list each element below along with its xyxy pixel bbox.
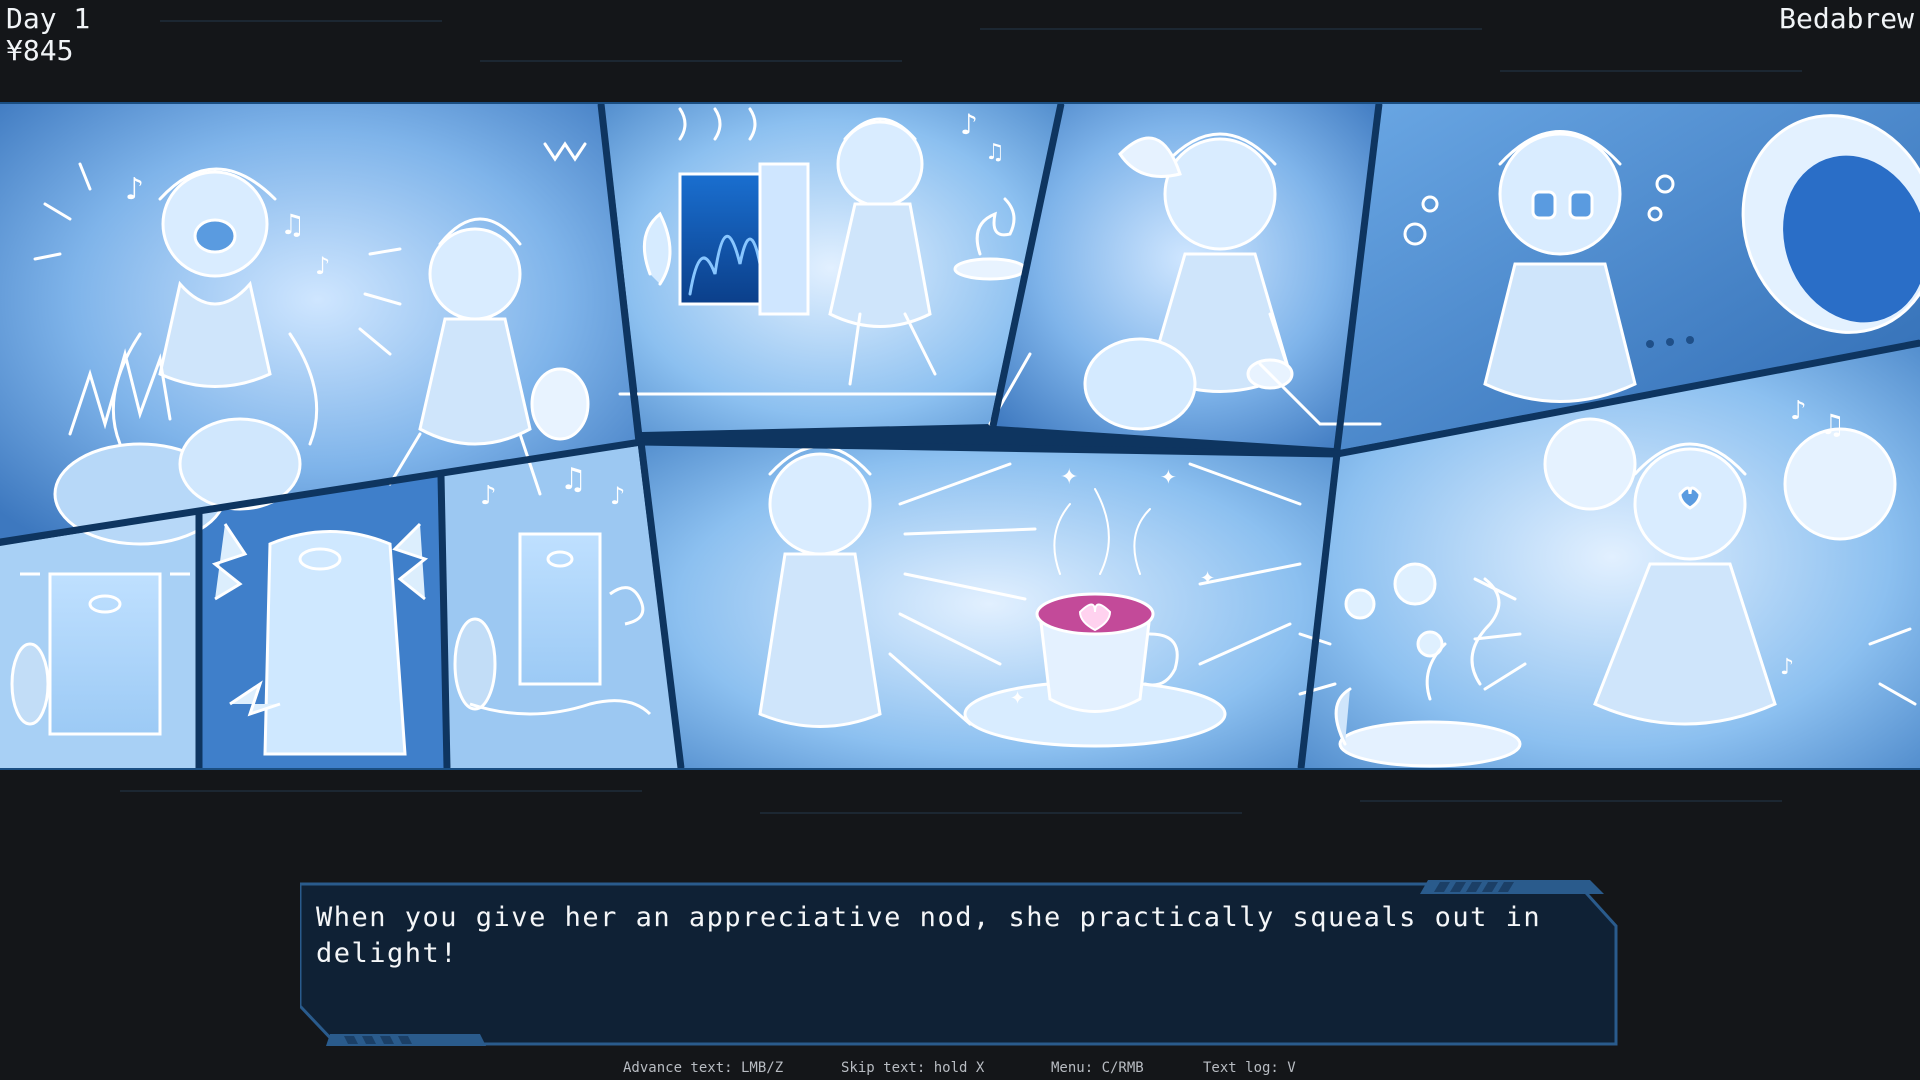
svg-text:♪: ♪ (125, 172, 144, 207)
svg-text:♪: ♪ (1780, 655, 1794, 680)
comic-strip[interactable]: ♪ ♫ ♪ ♪ ♫ ♪ ♫ ♪ ✦ ✦ ✦ ✦ ♪ ♫ ♪ (0, 102, 1920, 770)
svg-text:♫: ♫ (560, 462, 587, 497)
day-counter: Day 1 (6, 2, 91, 35)
svg-text:♫: ♫ (1820, 408, 1845, 441)
menu-hint: Menu: C/RMB (1051, 1060, 1144, 1076)
comic-artwork: ♪ ♫ ♪ ♪ ♫ ♪ ♫ ♪ ✦ ✦ ✦ ✦ ♪ ♫ ♪ (0, 104, 1920, 768)
circuit-line (1500, 70, 1802, 72)
circuit-line (160, 20, 442, 22)
circuit-line (980, 28, 1482, 30)
svg-text:♪: ♪ (315, 252, 330, 280)
dialogue-box[interactable]: When you give her an appreciative nod, s… (300, 880, 1620, 1050)
svg-text:♪: ♪ (480, 481, 497, 511)
money-counter: ¥845 (6, 34, 74, 67)
svg-text:♪: ♪ (610, 482, 625, 510)
svg-text:♪: ♪ (960, 108, 978, 141)
location-name: Bedabrew (1779, 2, 1914, 35)
text-log-hint: Text log: V (1203, 1060, 1296, 1076)
dialogue-text: When you give her an appreciative nod, s… (316, 902, 1542, 969)
skip-text-hint: Skip text: hold X (841, 1060, 985, 1076)
svg-text:✦: ✦ (1200, 568, 1215, 589)
controls-help: Advance text: LMB/Z Skip text: hold X Me… (0, 1058, 1920, 1080)
svg-text:✦: ✦ (1010, 688, 1025, 709)
circuit-line (480, 60, 902, 62)
svg-text:♫: ♫ (280, 208, 305, 241)
svg-text:✦: ✦ (1160, 465, 1177, 489)
advance-text-hint: Advance text: LMB/Z (623, 1060, 784, 1076)
game-screen[interactable]: Day 1 ¥845 Bedabrew ♪ ♫ ♪ ♪ ♫ ♪ ♫ ♪ ✦ ✦ … (0, 0, 1920, 1080)
circuit-line (120, 790, 642, 792)
svg-text:✦: ✦ (1060, 465, 1078, 490)
circuit-line (760, 812, 1242, 814)
svg-text:♫: ♫ (985, 140, 1005, 165)
svg-text:♪: ♪ (1790, 396, 1807, 426)
circuit-line (1360, 800, 1782, 802)
